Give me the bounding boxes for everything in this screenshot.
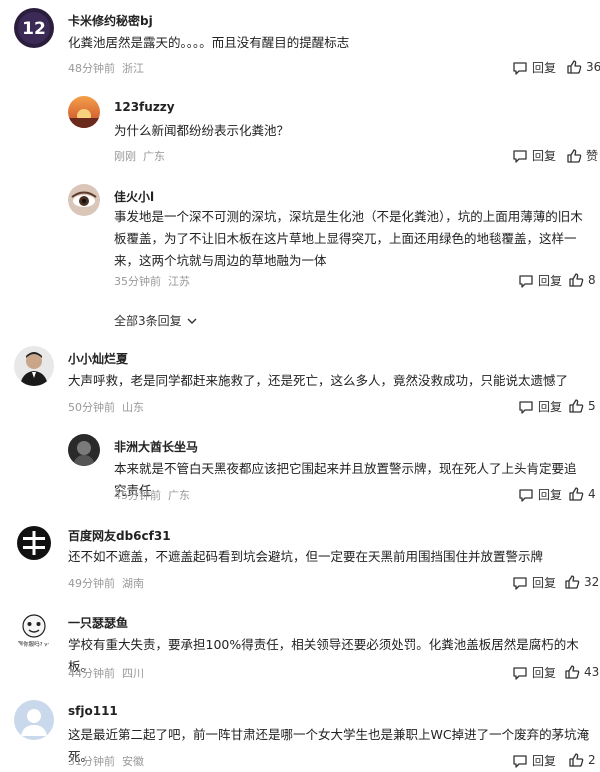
thumbs-up-icon — [567, 60, 582, 74]
reply-label: 回复 — [532, 576, 557, 590]
comment-location: 广东 — [168, 489, 190, 502]
comment-location: 浙江 — [122, 62, 144, 75]
like-count: 43 — [584, 665, 600, 679]
like-button[interactable]: 5 — [568, 398, 596, 414]
reply-label: 回复 — [538, 488, 563, 502]
reply-label: 回复 — [532, 666, 557, 680]
comment-location: 安徽 — [122, 755, 144, 768]
comment-meta: 31分钟前 安徽 — [68, 753, 144, 769]
comment-time: 31分钟前 — [68, 755, 115, 768]
avatar[interactable] — [68, 96, 100, 128]
comment-meta: 49分钟前 湖南 — [68, 575, 144, 591]
like-count: 36 — [586, 60, 600, 74]
comment-text: 学校有重大失责，要承担100%得责任，相关领导还要必须处罚。化粪池盖板居然是腐朽… — [68, 637, 579, 674]
avatar[interactable] — [14, 523, 54, 563]
reply-button[interactable]: 回复 — [518, 398, 562, 415]
like-count: 赞 — [586, 149, 599, 163]
like-button[interactable]: 赞 — [566, 147, 598, 164]
thumbs-up-icon — [567, 148, 582, 163]
reply-label: 回复 — [538, 400, 563, 414]
username[interactable]: 123fuzzy — [114, 100, 175, 114]
thumbs-up-icon — [569, 753, 584, 767]
comment-time: 44分钟前 — [68, 667, 115, 680]
comment-text: 化粪池居然是露天的。。。。而且没有醒目的提醒标志 — [68, 35, 350, 50]
like-count: 32 — [584, 575, 600, 589]
comment-text: 大声呼救，老是同学都赶来施救了，还是死亡，这么多人，竟然没救成功，只能说太遗憾了 — [68, 373, 569, 388]
avatar[interactable] — [68, 184, 100, 216]
username[interactable]: sfjo111 — [68, 704, 118, 718]
comment-meta: 48分钟前 浙江 — [68, 60, 144, 76]
reply-label: 回复 — [538, 274, 563, 288]
avatar[interactable] — [14, 346, 54, 386]
like-button[interactable]: 2 — [568, 752, 596, 768]
comment-bubble-icon — [513, 61, 527, 75]
avatar[interactable] — [68, 434, 100, 466]
comment-meta: 45分钟前 广东 — [114, 487, 190, 503]
reply-label: 回复 — [532, 61, 557, 75]
avatar[interactable] — [14, 700, 54, 740]
comment-time: 刚刚 — [114, 150, 136, 163]
expand-replies-label: 全部3条回复 — [114, 314, 182, 328]
comment-bubble-icon — [513, 666, 527, 680]
like-count: 2 — [588, 753, 596, 767]
reply-label: 回复 — [532, 149, 557, 163]
thumbs-up-icon — [569, 487, 584, 501]
username[interactable]: 佳火小l — [114, 188, 154, 205]
username[interactable]: 百度网友db6cf31 — [68, 527, 171, 544]
avatar[interactable]: 12 — [14, 8, 54, 48]
comment-text: 事发地是一个深不可测的深坑，深坑是生化池（不是化粪池），坑的上面用薄薄的旧木板覆… — [114, 209, 583, 268]
comment-bubble-icon — [519, 400, 533, 414]
comment-time: 48分钟前 — [68, 62, 115, 75]
like-button[interactable]: 32 — [564, 574, 599, 590]
reply-button[interactable]: 回复 — [512, 147, 556, 164]
comment-location: 江苏 — [168, 275, 190, 288]
comment-text: 还不如不遮盖，不遮盖起码看到坑会避坑，但一定要在天黑前用围挡围住并放置警示牌 — [68, 549, 544, 564]
expand-replies-button[interactable]: 全部3条回复 — [114, 312, 198, 329]
comment-text: 为什么新闻都纷纷表示化粪池？ — [114, 123, 290, 138]
like-button[interactable]: 8 — [568, 272, 596, 288]
username[interactable]: 卡米修约秘密bj — [68, 12, 153, 29]
comment-time: 35分钟前 — [114, 275, 161, 288]
like-button[interactable]: 36 — [566, 59, 600, 75]
reply-button[interactable]: 回复 — [518, 486, 562, 503]
comment-time: 49分钟前 — [68, 577, 115, 590]
comment-time: 45分钟前 — [114, 489, 161, 502]
thumbs-up-icon — [569, 399, 584, 413]
username[interactable]: 非洲大酋长坐马 — [114, 438, 198, 455]
avatar[interactable]: 飞聊你服吗? yes! — [14, 610, 54, 650]
comment-meta: 35分钟前 江苏 — [114, 273, 190, 289]
comment-location: 四川 — [122, 667, 144, 680]
comment-meta: 44分钟前 四川 — [68, 665, 144, 681]
chevron-down-icon — [187, 318, 197, 324]
like-count: 8 — [588, 273, 596, 287]
like-count: 5 — [588, 399, 596, 413]
comment-bubble-icon — [519, 488, 533, 502]
reply-button[interactable]: 回复 — [512, 752, 556, 769]
like-button[interactable]: 43 — [564, 664, 599, 680]
comment-meta: 刚刚 广东 — [114, 148, 165, 164]
username[interactable]: 一只瑟瑟鱼 — [68, 614, 128, 631]
like-count: 4 — [588, 487, 596, 501]
comment-bubble-icon — [513, 754, 527, 768]
reply-button[interactable]: 回复 — [512, 664, 556, 681]
reply-button[interactable]: 回复 — [512, 59, 556, 76]
comment-location: 湖南 — [122, 577, 144, 590]
like-button[interactable]: 4 — [568, 486, 596, 502]
thumbs-up-icon — [569, 273, 584, 287]
comment-location: 山东 — [122, 401, 144, 414]
username[interactable]: 小小灿烂夏 — [68, 350, 128, 367]
svg-text:12: 12 — [22, 19, 46, 39]
comment-bubble-icon — [519, 274, 533, 288]
comment-meta: 50分钟前 山东 — [68, 399, 144, 415]
reply-button[interactable]: 回复 — [512, 574, 556, 591]
reply-button[interactable]: 回复 — [518, 272, 562, 289]
comment-location: 广东 — [143, 150, 165, 163]
thumbs-up-icon — [565, 665, 580, 679]
comment-bubble-icon — [513, 576, 527, 590]
comment-time: 50分钟前 — [68, 401, 115, 414]
reply-label: 回复 — [532, 754, 557, 768]
svg-text:飞聊你服吗? yes!: 飞聊你服吗? yes! — [14, 640, 54, 648]
thumbs-up-icon — [565, 575, 580, 589]
comment-bubble-icon — [513, 149, 527, 163]
